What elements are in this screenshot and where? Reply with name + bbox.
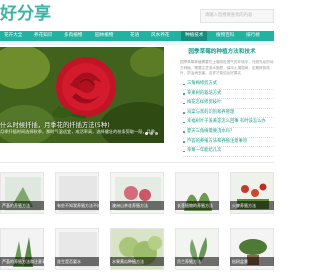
- nav-item-knowledge[interactable]: 养花知识: [34, 31, 52, 41]
- slider-description: 月季扦插时间选择秋季，那时气温适宜，成活率高，选择健壮的枝条剪取一段，月季: [0, 129, 155, 134]
- slider-dot[interactable]: [150, 132, 153, 135]
- article-card[interactable]: 芦荟的养殖方法: [0, 172, 44, 224]
- slider-dots: [143, 120, 158, 139]
- logo-text: 好分享: [0, 4, 51, 24]
- article-card[interactable]: 有些不知我养殖方法不好: [55, 172, 99, 224]
- card-caption: 花生是否要水: [55, 257, 99, 266]
- card-caption: 火棘养殖方法: [230, 201, 274, 210]
- main-nav: 花卉大全 养花知识 多肉植物 园林植物 花语 风水养花 种植技术 植物百科 排行…: [0, 31, 274, 41]
- article-card[interactable]: 吊兰养殖方法: [175, 228, 219, 280]
- bullet-icon: [183, 150, 185, 153]
- featured-article-panel: 园季草莓的种植方法和技术 园季草莓种植需要在土壤疏松透气的环境中，光照充足的地方…: [170, 47, 274, 157]
- card-caption: 水果黄瓜种植方法: [110, 257, 164, 266]
- list-item[interactable]: 夏天三角梅需要浇水吗？: [183, 128, 274, 138]
- list-item[interactable]: 草莓一年能结几次: [183, 147, 274, 157]
- article-card[interactable]: 水果黄瓜种植方法: [110, 228, 164, 280]
- nav-item-flowers[interactable]: 花卉大全: [4, 31, 22, 41]
- nav-item-planting[interactable]: 种植技术: [181, 31, 208, 41]
- list-item[interactable]: 三角梅修剪方式: [183, 80, 274, 90]
- search-input[interactable]: 请输入您想要查找的内容: [200, 9, 274, 23]
- panel-title[interactable]: 园季草莓的种植方法和技术: [170, 47, 274, 57]
- slider-title[interactable]: 什么时候扦插，月季花的扦插方法(5种): [0, 120, 164, 129]
- list-item[interactable]: 芦荟的养殖方法和养殖注意事项: [183, 138, 274, 148]
- nav-item-garden[interactable]: 园林植物: [95, 31, 113, 41]
- nav-subline: [0, 41, 274, 45]
- nav-item-flower-language[interactable]: 花语: [130, 31, 139, 41]
- card-caption: 芦荟的养殖方法和注意事项: [0, 257, 44, 266]
- slider-dot[interactable]: [155, 132, 158, 135]
- list-item[interactable]: 梅花怎样修剪枝叶: [183, 99, 274, 109]
- nav-item-fengshui[interactable]: 风水养花: [151, 31, 169, 41]
- header: 好分享 请输入您想要查找的内容: [0, 0, 274, 30]
- nav-item-succulents[interactable]: 多肉植物: [64, 31, 82, 41]
- bullet-icon: [183, 121, 185, 124]
- card-caption: 吊兰养殖方法: [175, 257, 219, 266]
- nav-item-ranking[interactable]: 排行榜: [246, 31, 260, 41]
- bullet-icon: [183, 83, 185, 86]
- card-caption: 松树盆景: [230, 257, 274, 266]
- panel-summary: 园季草莓种植需要在土壤疏松透气的环境中，光照充足的地方种植，需要注意浇水施肥，保…: [180, 60, 274, 76]
- article-card[interactable]: 松树盆景: [230, 228, 274, 280]
- bullet-icon: [183, 112, 185, 114]
- nav-item-encyclopedia[interactable]: 植物百科: [216, 31, 234, 41]
- card-caption: 芦荟的养殖方法: [0, 201, 44, 210]
- article-card[interactable]: 火棘养殖方法: [230, 172, 274, 224]
- list-item[interactable]: 草果树的栽培方式: [183, 90, 274, 100]
- list-item[interactable]: 海棠与黑的识别和养管理: [183, 109, 274, 119]
- list-item[interactable]: 幸福树叶子发黄是怎么回事 有时该怎么办: [183, 118, 274, 128]
- hero-slider[interactable]: 什么时候扦插，月季花的扦插方法(5种) 月季扦插时间选择秋季，那时气温适宜，成活…: [0, 47, 164, 143]
- article-card[interactable]: 芦荟的养殖方法和注意事项: [0, 228, 44, 280]
- article-card[interactable]: 花生是否要水: [55, 228, 99, 280]
- site-logo[interactable]: 好分享: [0, 3, 51, 25]
- card-caption: 有些不知我养殖方法不好: [55, 201, 99, 210]
- article-card[interactable]: 长茎植物的养殖方法: [175, 172, 219, 224]
- bullet-icon: [183, 102, 185, 105]
- card-caption: 澳洲山茶花养殖方法: [110, 201, 164, 210]
- section-divider: [0, 162, 274, 163]
- slider-dot[interactable]: [145, 132, 148, 135]
- bullet-icon: [183, 93, 185, 95]
- article-list: 三角梅修剪方式 草果树的栽培方式 梅花怎样修剪枝叶 海棠与黑的识别和养管理 幸福…: [183, 80, 274, 157]
- bullet-icon: [183, 131, 185, 134]
- card-caption: 长茎植物的养殖方法: [175, 201, 219, 210]
- bullet-icon: [183, 141, 185, 143]
- article-card[interactable]: 澳洲山茶花养殖方法: [110, 172, 164, 224]
